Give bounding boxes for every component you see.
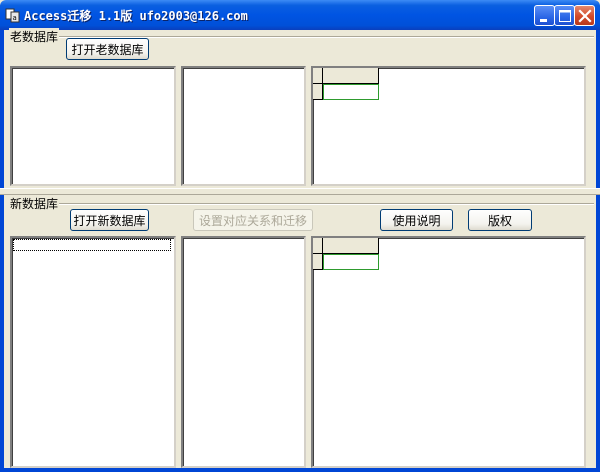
new-fields-list[interactable] — [181, 236, 306, 468]
help-button[interactable]: 使用说明 — [380, 209, 453, 231]
maximize-icon — [559, 10, 571, 22]
minimize-icon — [540, 19, 547, 22]
copyright-button[interactable]: 版权 — [468, 209, 532, 231]
set-mapping-and-migrate-button[interactable]: 设置对应关系和迁移 — [193, 209, 313, 231]
grid-current-cell[interactable] — [323, 84, 379, 100]
grid-row-header[interactable] — [313, 84, 323, 100]
new-data-grid[interactable] — [311, 236, 586, 468]
grid-column-header[interactable] — [323, 238, 379, 254]
grid-column-header[interactable] — [323, 68, 379, 84]
svg-text:a: a — [13, 14, 17, 22]
grid-current-cell[interactable] — [323, 254, 379, 270]
window-title: Access迁移 1.1版 ufo2003@126.com — [24, 9, 248, 23]
window-bottom-border — [0, 468, 600, 472]
open-old-db-button[interactable]: 打开老数据库 — [66, 38, 149, 60]
close-icon — [578, 9, 592, 23]
maximize-button[interactable] — [554, 5, 575, 26]
title-bar[interactable]: a Access迁移 1.1版 ufo2003@126.com — [0, 0, 600, 30]
old-fields-list[interactable] — [181, 66, 306, 186]
old-data-grid[interactable] — [311, 66, 586, 186]
new-db-group-label: 新数据库 — [9, 195, 60, 212]
list-focus-row[interactable] — [13, 239, 171, 251]
open-new-db-button[interactable]: 打开新数据库 — [70, 209, 149, 231]
new-db-group-line — [56, 203, 594, 205]
window-left-border — [0, 30, 4, 472]
main-window: a Access迁移 1.1版 ufo2003@126.com 老数据库 打开老… — [0, 0, 600, 472]
close-button[interactable] — [574, 5, 595, 26]
minimize-button[interactable] — [534, 5, 555, 26]
window-right-border — [596, 30, 600, 472]
panel-splitter[interactable] — [0, 188, 600, 195]
grid-corner-cell[interactable] — [313, 68, 323, 84]
grid-corner-cell[interactable] — [313, 238, 323, 254]
old-db-group-label: 老数据库 — [9, 28, 60, 45]
grid-row-header[interactable] — [313, 254, 323, 270]
old-tables-list[interactable] — [10, 66, 176, 186]
app-icon[interactable]: a — [5, 7, 21, 23]
new-tables-list[interactable] — [10, 236, 176, 468]
